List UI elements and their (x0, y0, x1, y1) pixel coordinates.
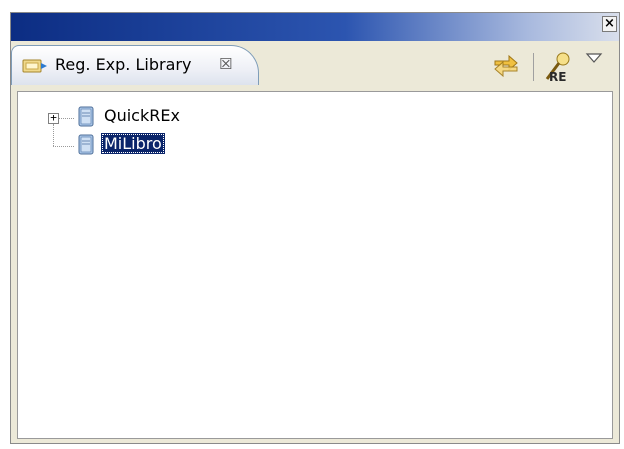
tree-node-label: MiLibro (101, 133, 165, 154)
tab-reg-exp-library[interactable]: Reg. Exp. Library ☒ (11, 45, 259, 85)
view-toolbar: RE (491, 51, 611, 83)
tree-node-quickrex[interactable]: + QuickREx (46, 104, 206, 130)
close-icon: × (604, 16, 615, 31)
library-icon (22, 59, 47, 73)
expand-icon[interactable]: + (48, 112, 59, 124)
view-window: × Reg. Exp. Library ☒ RE + QuickREx MiLi… (10, 12, 620, 444)
regex-icon[interactable]: RE (541, 51, 577, 83)
title-bar[interactable]: × (11, 13, 619, 41)
toolbar-separator (533, 53, 534, 81)
close-button[interactable]: × (602, 16, 617, 32)
tab-label: Reg. Exp. Library (55, 55, 192, 74)
link-with-editor-icon[interactable] (491, 51, 521, 81)
tab-close-icon[interactable]: ☒ (219, 55, 232, 73)
tree-node-label: QuickREx (104, 106, 180, 125)
regex-icon-text: RE (549, 70, 566, 83)
tree-node-milibro[interactable]: MiLibro (46, 132, 206, 158)
view-menu-icon[interactable] (585, 51, 603, 65)
tab-strip: Reg. Exp. Library ☒ RE (11, 41, 619, 91)
library-tree[interactable]: + QuickREx MiLibro (17, 91, 613, 439)
book-icon (78, 106, 94, 127)
book-icon (78, 134, 94, 155)
